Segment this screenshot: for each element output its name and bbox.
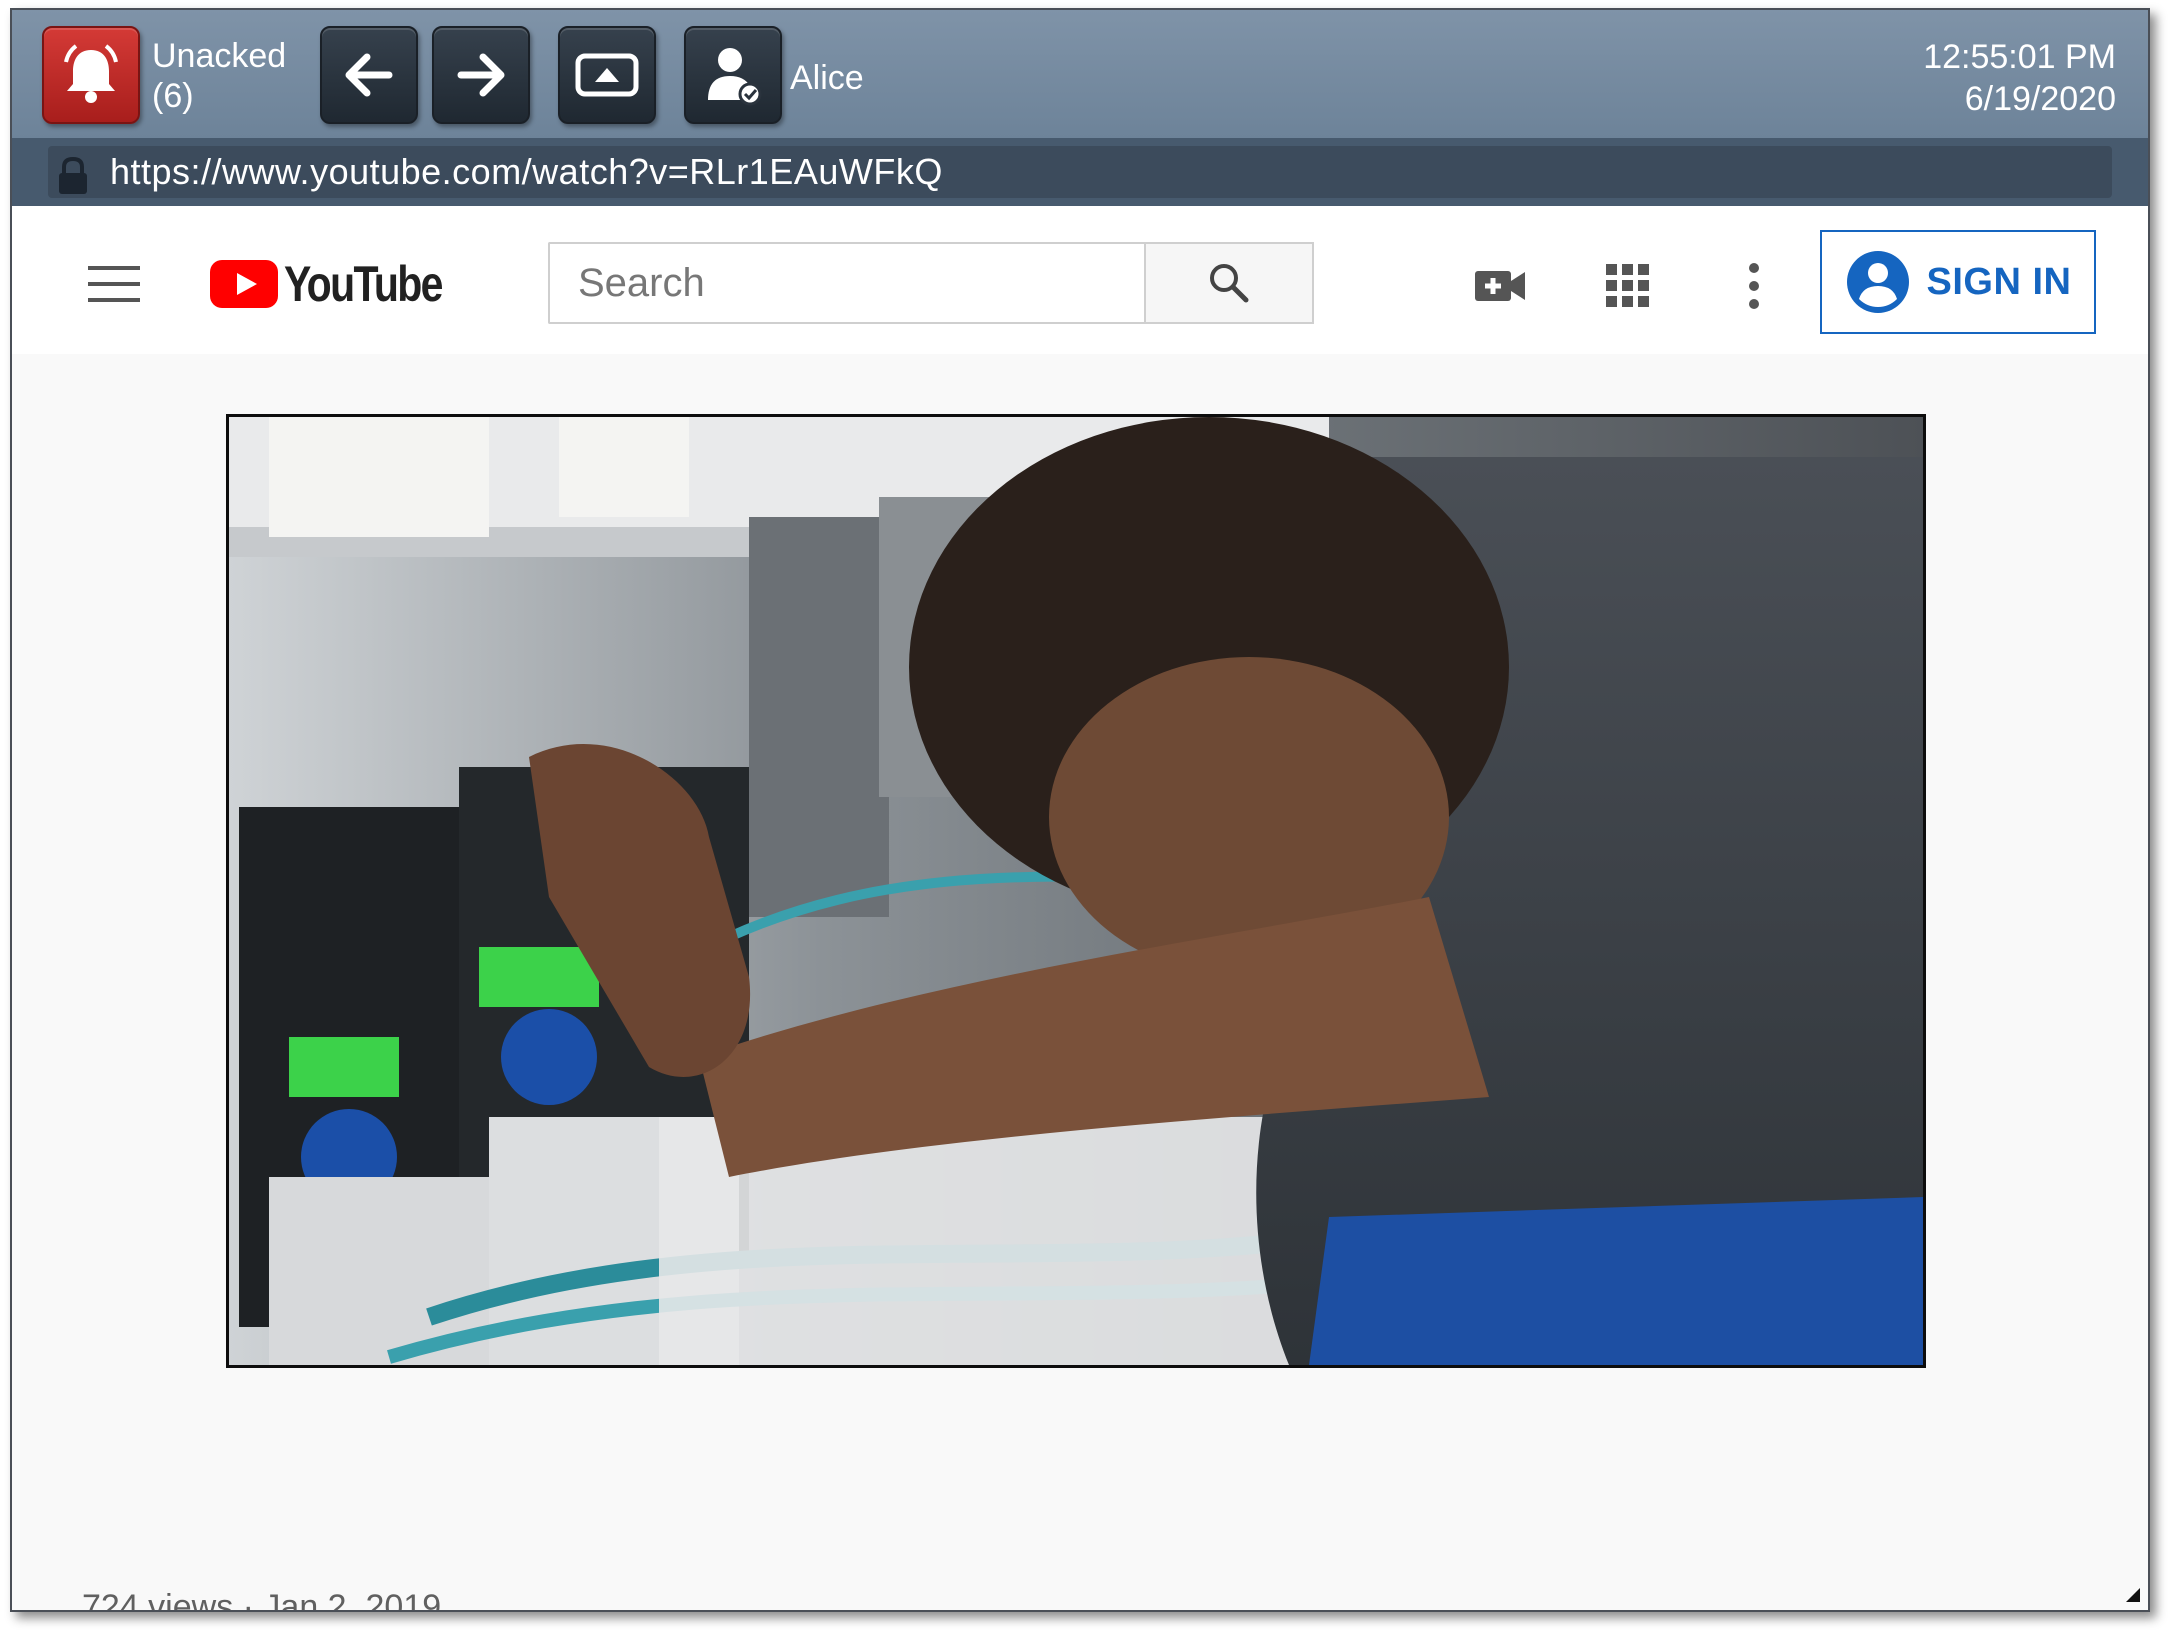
eject-screen-icon — [575, 53, 639, 97]
video-player[interactable] — [226, 414, 1926, 1368]
clock: 12:55:01 PM 6/19/2020 — [1923, 36, 2116, 120]
apps-grid-icon — [1606, 264, 1649, 307]
search-icon — [1210, 264, 1249, 303]
address-url: https://www.youtube.com/watch?v=RLr1EAuW… — [110, 151, 943, 192]
alarm-button[interactable] — [42, 26, 140, 124]
hmi-frame: Unacked (6) Alice 12:55:01 PM 6/19/2020 … — [10, 8, 2150, 1612]
sign-in-button[interactable]: SIGN IN — [1820, 230, 2096, 334]
video-meta: 724 views · Jan 2, 2019 — [82, 1588, 442, 1612]
arrow-right-icon — [457, 53, 505, 97]
search-input[interactable] — [550, 244, 1144, 322]
back-button[interactable] — [320, 26, 418, 124]
alarm-status: Unacked (6) — [152, 36, 286, 116]
sign-in-label: SIGN IN — [1926, 260, 2072, 303]
video-thumbnail-image — [229, 417, 1923, 1365]
user-name: Alice — [790, 59, 864, 97]
search-box — [548, 242, 1144, 324]
resize-corner-icon — [2126, 1588, 2140, 1602]
menu-icon[interactable] — [88, 266, 140, 302]
account-circle-icon — [1846, 251, 1909, 313]
arrow-left-icon — [345, 53, 393, 97]
user-button[interactable] — [684, 26, 782, 124]
video-camera-add-icon — [1475, 271, 1525, 301]
more-vertical-icon — [1749, 263, 1759, 309]
youtube-play-logo-icon — [210, 260, 278, 308]
lock-icon — [59, 156, 87, 194]
hmi-toolbar: Unacked (6) Alice 12:55:01 PM 6/19/2020 — [12, 10, 2148, 138]
forward-button[interactable] — [432, 26, 530, 124]
youtube-logo-text: YouTube — [284, 256, 443, 312]
address-bar-container: https://www.youtube.com/watch?v=RLr1EAuW… — [12, 138, 2148, 206]
clock-date: 6/19/2020 — [1964, 80, 2116, 118]
search-button[interactable] — [1144, 242, 1314, 324]
screen-button[interactable] — [558, 26, 656, 124]
user-check-icon — [708, 48, 762, 106]
clock-time: 12:55:01 PM — [1923, 38, 2116, 76]
youtube-logo[interactable]: YouTube — [210, 256, 476, 312]
alarm-count: (6) — [152, 77, 194, 115]
alarm-label: Unacked — [152, 37, 287, 75]
more-options-button[interactable] — [1726, 258, 1782, 314]
address-bar[interactable]: https://www.youtube.com/watch?v=RLr1EAuW… — [48, 146, 2112, 198]
apps-button[interactable] — [1600, 258, 1656, 314]
create-video-button[interactable] — [1472, 258, 1528, 314]
youtube-header: YouTube Search SIGN IN — [12, 206, 2148, 354]
alarm-bell-icon — [64, 44, 118, 103]
